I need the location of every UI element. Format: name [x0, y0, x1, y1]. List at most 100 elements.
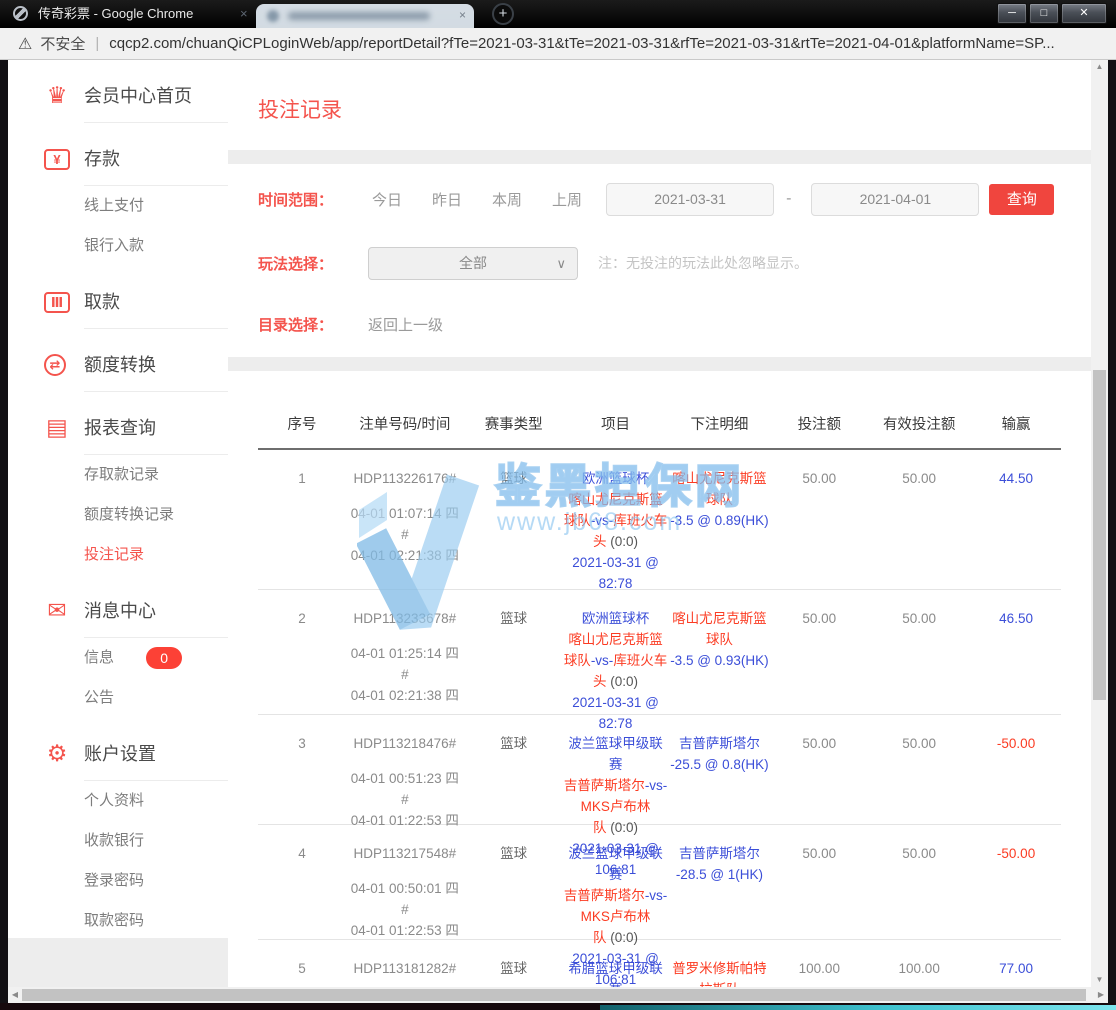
- cell-bet-detail: 普罗米修斯帕特拉斯队 -5.5 @ 0.77(HK): [668, 958, 772, 987]
- quick-range-link[interactable]: 今日: [372, 192, 402, 209]
- column-header: 有效投注额: [867, 413, 971, 434]
- background-tab-title: [288, 12, 430, 20]
- window-title: 传奇彩票 - Google Chrome: [38, 0, 193, 28]
- cell-bet-detail: 吉普萨斯塔尔 -28.5 @ 1(HK): [668, 843, 772, 939]
- security-label[interactable]: 不安全: [40, 33, 85, 54]
- sidebar-item-label: 取款密码: [84, 912, 144, 929]
- cell-win-loss: -50.00: [971, 733, 1061, 824]
- warning-icon[interactable]: ⚠: [18, 34, 32, 54]
- sidebar-item[interactable]: 信息 0: [8, 638, 228, 678]
- cell-index: 2: [258, 608, 346, 714]
- play-select-dropdown[interactable]: 全部 ∨: [368, 247, 578, 280]
- cell-valid-amount: 50.00: [867, 843, 971, 939]
- cell-event: 波兰篮球甲级联赛 吉普萨斯塔尔-vs-MKS卢布林队 (0:0) 2021-03…: [564, 733, 668, 824]
- quick-range-link[interactable]: 昨日: [432, 192, 462, 209]
- cell-event: 欧洲篮球杯 喀山尤尼克斯篮球队-vs-库班火车头 (0:0) 2021-03-3…: [564, 468, 668, 589]
- sidebar-section[interactable]: Ⅲ 取款: [8, 266, 228, 329]
- sidebar-section-label: 额度转换: [84, 355, 156, 375]
- sidebar-item[interactable]: 存取款记录: [8, 455, 228, 495]
- column-header: 输赢: [971, 413, 1061, 434]
- sidebar-item-label: 投注记录: [84, 546, 144, 563]
- background-close-icon[interactable]: ×: [240, 6, 248, 21]
- sidebar-item[interactable]: 收款银行: [8, 821, 228, 861]
- cell-win-loss: 77.00: [971, 958, 1061, 987]
- scroll-up-icon[interactable]: ▲: [1091, 60, 1108, 74]
- scroll-right-icon[interactable]: ▶: [1094, 987, 1108, 1003]
- cell-win-loss: 46.50: [971, 608, 1061, 714]
- new-tab-button[interactable]: +: [492, 3, 514, 25]
- main-area: 投注记录 时间范围： 今日昨日本周上周 2021-03-31 - 2021-04…: [228, 60, 1091, 987]
- sidebar-section-label: 账户设置: [84, 744, 156, 764]
- url-text[interactable]: cqcp2.com/chuanQiCPLoginWeb/app/reportDe…: [109, 35, 1054, 52]
- column-header: 项目: [564, 413, 668, 434]
- table-row: 1 HDP113226176# 04-01 01:07:14 四 # 04-01…: [258, 450, 1061, 590]
- table-header-row: 序号注单号码/时间赛事类型项目下注明细投注额有效投注额输赢: [258, 371, 1061, 450]
- vertical-scrollbar-thumb[interactable]: [1093, 370, 1106, 700]
- close-button[interactable]: ✕: [1061, 3, 1107, 24]
- maximize-button[interactable]: □: [1029, 3, 1059, 24]
- column-header: 下注明细: [668, 413, 772, 434]
- cell-sport: 篮球: [464, 733, 564, 824]
- quick-range-link[interactable]: 本周: [492, 192, 522, 209]
- sidebar-item-label: 信息: [84, 649, 114, 666]
- sidebar-section[interactable]: ♛ 会员中心首页: [8, 60, 228, 123]
- scroll-down-icon[interactable]: ▼: [1091, 973, 1108, 987]
- vertical-scrollbar[interactable]: ▲ ▼: [1091, 60, 1108, 987]
- sidebar: ♛ 会员中心首页 ¥ 存款 线上支付 银行入款 Ⅲ 取款 ⇄ 额度转换 ▤ 报表…: [8, 60, 228, 987]
- cell-valid-amount: 50.00: [867, 733, 971, 824]
- page-title: 投注记录: [228, 60, 1091, 124]
- cell-bet-detail: 吉普萨斯塔尔 -25.5 @ 0.8(HK): [668, 733, 772, 824]
- cell-win-loss: 44.50: [971, 468, 1061, 589]
- sidebar-item[interactable]: 登录密码: [8, 861, 228, 901]
- page-content: ♛ 会员中心首页 ¥ 存款 线上支付 银行入款 Ⅲ 取款 ⇄ 额度转换 ▤ 报表…: [8, 60, 1108, 987]
- sidebar-item-label: 个人资料: [84, 792, 144, 809]
- titlebar: 传奇彩票 - Google Chrome × × + ─ □ ✕: [0, 0, 1116, 28]
- cell-event: 欧洲篮球杯 喀山尤尼克斯篮球队-vs-库班火车头 (0:0) 2021-03-3…: [564, 608, 668, 714]
- sidebar-item[interactable]: 额度转换记录: [8, 495, 228, 535]
- cell-order-time: HDP113218476# 04-01 00:51:23 四 # 04-01 0…: [346, 733, 464, 824]
- sidebar-item[interactable]: 银行入款: [8, 226, 228, 266]
- sidebar-item[interactable]: 公告: [8, 678, 228, 718]
- site-favicon-icon: [13, 6, 28, 21]
- sidebar-section[interactable]: ▤ 报表查询: [8, 392, 228, 455]
- url-bar[interactable]: ⚠ 不安全 | cqcp2.com/chuanQiCPLoginWeb/app/…: [0, 28, 1116, 60]
- sidebar-section-label: 存款: [84, 149, 120, 169]
- sidebar-section-label: 取款: [84, 292, 120, 312]
- date-from-input[interactable]: 2021-03-31: [606, 183, 774, 216]
- sidebar-section[interactable]: ✉ 消息中心: [8, 575, 228, 638]
- sidebar-item-label: 登录密码: [84, 872, 144, 889]
- horizontal-scrollbar-thumb[interactable]: [22, 989, 1086, 1001]
- cell-sport: 篮球: [464, 468, 564, 589]
- query-button[interactable]: 查询: [989, 184, 1054, 215]
- table-body: 1 HDP113226176# 04-01 01:07:14 四 # 04-01…: [258, 450, 1061, 987]
- sidebar-section[interactable]: ⇄ 额度转换: [8, 329, 228, 392]
- quick-range-link[interactable]: 上周: [552, 192, 582, 209]
- title-panel: 投注记录: [228, 60, 1091, 150]
- sidebar-section[interactable]: ¥ 存款: [8, 123, 228, 186]
- sidebar-item[interactable]: 个人资料: [8, 781, 228, 821]
- back-up-link[interactable]: 返回上一级: [368, 314, 443, 335]
- sidebar-divider: [84, 637, 228, 638]
- cell-bet-amount: 50.00: [771, 468, 867, 589]
- sidebar-item[interactable]: 投注记录: [8, 535, 228, 575]
- play-select-value: 全部: [459, 255, 487, 271]
- dir-select-label: 目录选择：: [258, 314, 358, 335]
- cell-win-loss: -50.00: [971, 843, 1061, 939]
- horizontal-scrollbar[interactable]: ◀ ▶: [8, 987, 1108, 1003]
- chevron-down-icon: ∨: [556, 248, 566, 279]
- sidebar-item[interactable]: 线上支付: [8, 186, 228, 226]
- sidebar-item[interactable]: 取款密码: [8, 901, 228, 938]
- cell-bet-detail: 喀山尤尼克斯篮球队 -3.5 @ 0.89(HK): [668, 468, 772, 589]
- background-tab[interactable]: ×: [256, 4, 474, 28]
- cell-order-time: HDP113217548# 04-01 00:50:01 四 # 04-01 0…: [346, 843, 464, 939]
- sidebar-section[interactable]: ⚙ 账户设置: [8, 718, 228, 781]
- tab-close-icon[interactable]: ×: [459, 8, 466, 22]
- date-to-input[interactable]: 2021-04-01: [811, 183, 979, 216]
- date-range-separator: -: [786, 190, 791, 208]
- crown-icon: ♛: [42, 82, 72, 108]
- column-header: 注单号码/时间: [346, 413, 464, 434]
- message-icon: ✉: [42, 597, 72, 623]
- cell-valid-amount: 50.00: [867, 608, 971, 714]
- minimize-button[interactable]: ─: [997, 3, 1027, 24]
- scroll-left-icon[interactable]: ◀: [8, 987, 22, 1003]
